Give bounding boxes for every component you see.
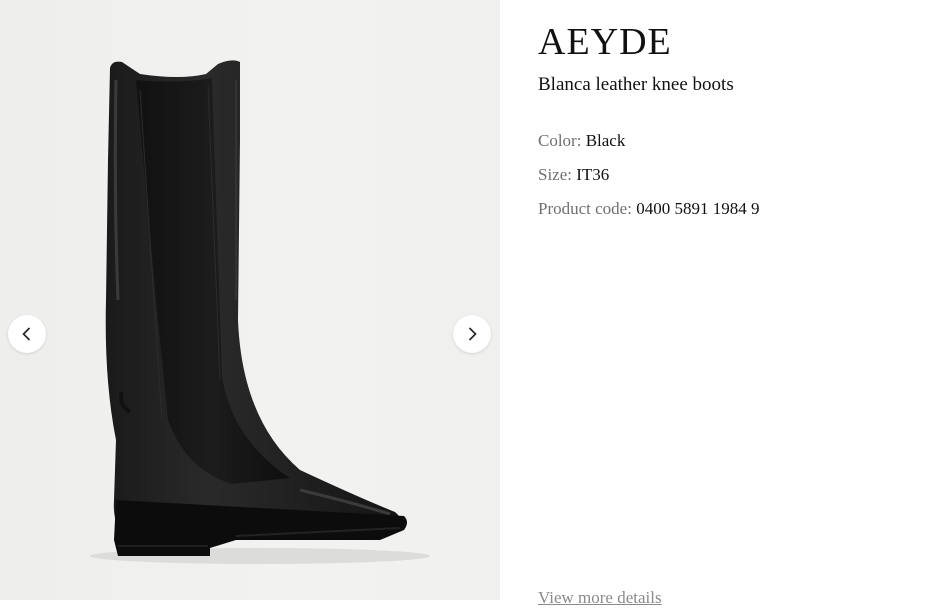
next-image-button[interactable] [453,315,491,353]
product-color-row: Color: Black [538,131,625,151]
brand-name[interactable]: AEYDE [538,20,672,64]
product-image-gallery [0,0,500,600]
product-size-label: Size: [538,165,572,184]
product-size-value: IT36 [576,165,610,184]
view-more-details-link[interactable]: View more details [538,588,662,608]
product-code-value: 0400 5891 1984 9 [636,199,760,218]
product-code-row: Product code: 0400 5891 1984 9 [538,199,759,219]
product-color-label: Color: [538,131,582,150]
product-color-value: Black [585,131,626,150]
chevron-left-icon [22,327,31,341]
product-details-panel: AEYDE Blanca leather knee boots Color: B… [538,0,938,607]
previous-image-button[interactable] [8,315,46,353]
product-image-boot [90,60,430,564]
chevron-right-icon [468,327,477,341]
product-code-label: Product code: [538,199,632,218]
product-title: Blanca leather knee boots [538,74,734,95]
product-size-row: Size: IT36 [538,165,609,185]
